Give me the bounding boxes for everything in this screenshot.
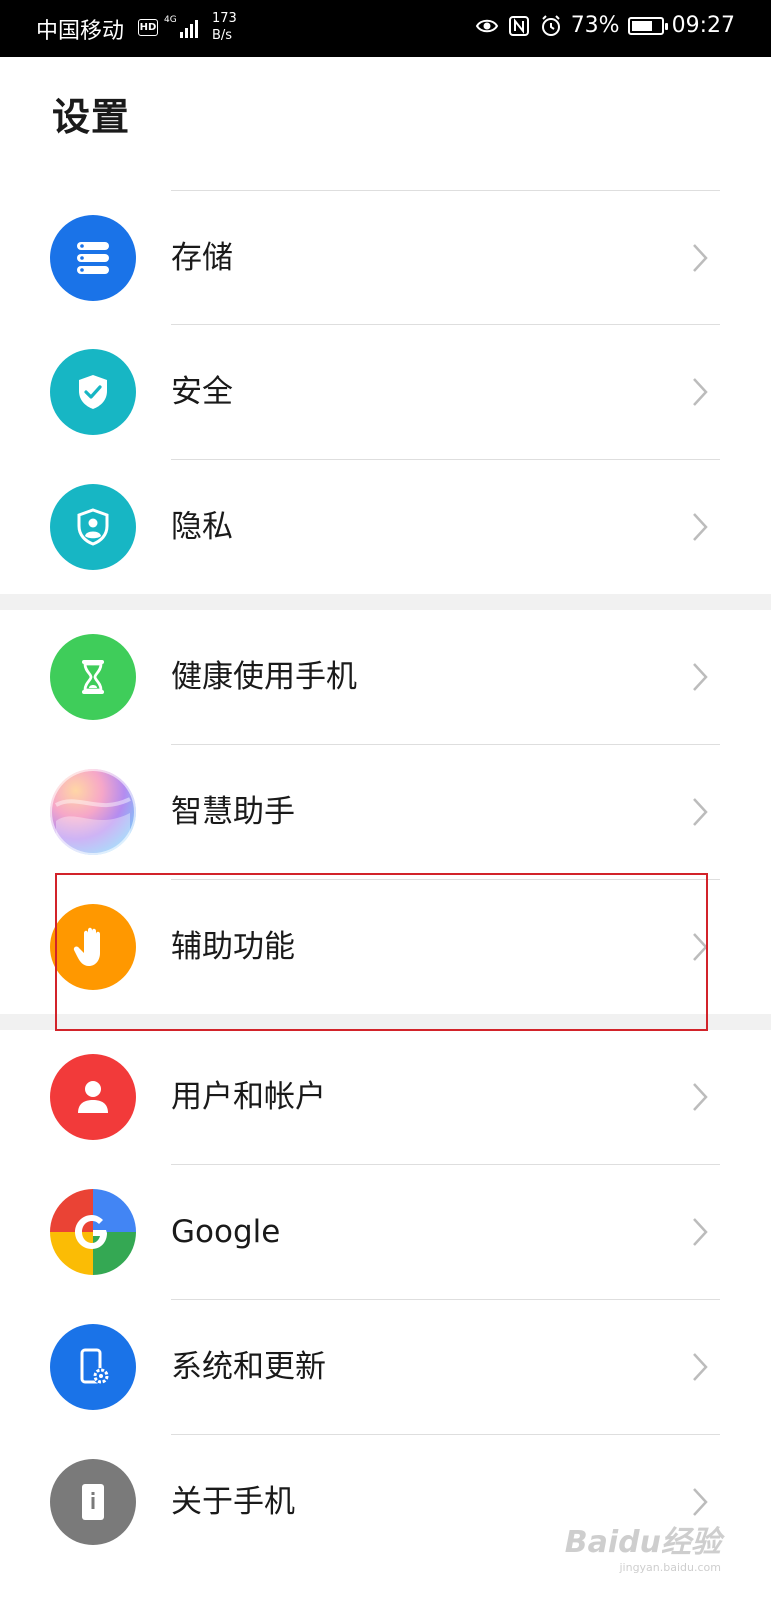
storage-icon <box>50 215 136 301</box>
settings-item-security[interactable]: 安全 <box>0 325 771 459</box>
settings-item-label: 存储 <box>171 240 233 276</box>
settings-item-label: 智慧助手 <box>171 794 295 830</box>
section-gap <box>0 594 771 610</box>
settings-item-label: 健康使用手机 <box>171 659 357 695</box>
hd-icon: HD <box>138 19 158 36</box>
settings-item-storage[interactable]: 存储 <box>0 191 771 325</box>
nfc-icon <box>508 15 529 36</box>
status-bar: 中国移动 HD 4G 173 B/s 73% 09:27 <box>0 0 771 57</box>
settings-item-users-accounts[interactable]: 用户和帐户 <box>0 1030 771 1164</box>
settings-item-system-update[interactable]: 系统和更新 <box>0 1300 771 1434</box>
battery-percent: 73% <box>570 13 620 38</box>
settings-item-label: 用户和帐户 <box>171 1079 326 1115</box>
watermark-text: Baidu经验 <box>564 1525 721 1560</box>
settings-item-label: 系统和更新 <box>171 1349 326 1385</box>
settings-item-label: 安全 <box>171 374 233 410</box>
network-type: 4G <box>164 15 177 25</box>
chevron-right-icon <box>693 1218 708 1246</box>
clock: 09:27 <box>671 13 735 38</box>
battery-level <box>631 20 652 31</box>
chevron-right-icon <box>693 1488 708 1516</box>
network-speed: 173 B/s <box>212 10 237 44</box>
chevron-right-icon <box>693 798 708 826</box>
phone-settings-icon <box>50 1324 136 1410</box>
speed-unit: B/s <box>212 28 233 43</box>
baidu-watermark: Baidu经验 jingyan.baidu.com <box>565 1517 721 1574</box>
hourglass-icon <box>50 634 136 720</box>
settings-group-1: 存储 安全 隐私 <box>0 190 771 594</box>
speed-value: 173 <box>212 11 237 26</box>
google-icon <box>50 1189 136 1275</box>
settings-item-label: Google <box>171 1214 281 1250</box>
chevron-right-icon <box>693 663 708 691</box>
battery-icon <box>627 16 668 35</box>
highlight-box <box>55 873 708 1031</box>
shield-check-icon <box>50 349 136 435</box>
chevron-right-icon <box>693 1353 708 1381</box>
chevron-right-icon <box>693 244 708 272</box>
chevron-right-icon <box>693 513 708 541</box>
carrier-name: 中国移动 <box>36 19 125 44</box>
settings-item-label: 关于手机 <box>171 1484 295 1520</box>
smart-assistant-icon <box>50 769 136 855</box>
chevron-right-icon <box>693 1083 708 1111</box>
page-title: 设置 <box>52 95 131 139</box>
settings-item-digital-balance[interactable]: 健康使用手机 <box>0 610 771 744</box>
alarm-icon <box>541 14 560 36</box>
status-icons: 73% 09:27 <box>475 13 735 38</box>
settings-group-3: 用户和帐户 Google 系统和更新 关于手机 <box>0 1030 771 1600</box>
user-icon <box>50 1054 136 1140</box>
phone-info-icon <box>50 1459 136 1545</box>
chevron-right-icon <box>693 378 708 406</box>
eye-comfort-icon <box>475 19 498 32</box>
watermark-url: jingyan.baidu.com <box>619 1561 721 1574</box>
privacy-shield-person-icon <box>50 484 136 570</box>
settings-item-label: 隐私 <box>171 509 233 545</box>
settings-item-smart-assistant[interactable]: 智慧助手 <box>0 745 771 879</box>
settings-item-privacy[interactable]: 隐私 <box>0 460 771 594</box>
signal-icon <box>180 20 198 38</box>
settings-item-google[interactable]: Google <box>0 1165 771 1299</box>
